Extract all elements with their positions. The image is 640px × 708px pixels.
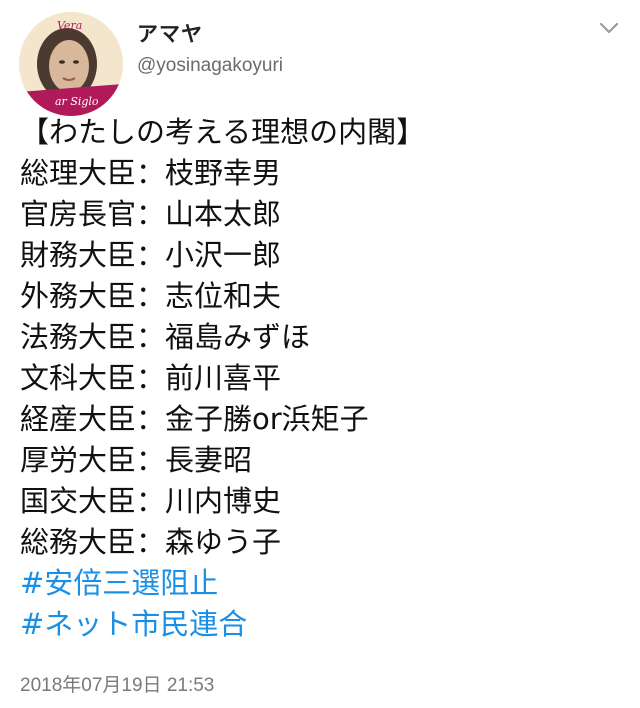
cabinet-line: 外務大臣：志位和夫: [20, 279, 282, 313]
cabinet-line: 財務大臣：小沢一郎: [20, 238, 282, 272]
hashtag-link[interactable]: #ネット市民連合: [20, 604, 425, 645]
cabinet-line: 官房長官：山本太郎: [20, 197, 282, 231]
user-handle[interactable]: @yosinagakoyuri: [137, 55, 283, 77]
cabinet-line: 総理大臣：枝野幸男: [20, 156, 282, 190]
tweet-timestamp[interactable]: 2018年07月19日 21:53: [20, 670, 214, 697]
cabinet-line: 厚労大臣：長妻昭: [20, 443, 253, 477]
chevron-down-icon[interactable]: [596, 18, 622, 38]
avatar[interactable]: Vera ar Siglo: [19, 12, 123, 116]
cabinet-line: 文科大臣：前川喜平: [20, 361, 282, 395]
tweet: Vera ar Siglo アマヤ @yosinagakoyuri 【わたしの考…: [0, 0, 640, 708]
cabinet-line: 国交大臣：川内博史: [20, 484, 282, 518]
tweet-body: 【わたしの考える理想の内閣】 総理大臣：枝野幸男 官房長官：山本太郎 財務大臣：…: [20, 112, 425, 645]
display-name[interactable]: アマヤ: [137, 18, 203, 48]
cabinet-line: 法務大臣：福島みずほ: [20, 320, 311, 354]
tweet-title: 【わたしの考える理想の内閣】: [20, 115, 426, 149]
avatar-text-bottom: ar Siglo: [55, 95, 99, 108]
cabinet-line: 経産大臣：金子勝or浜矩子: [20, 402, 369, 436]
cabinet-line: 総務大臣：森ゆう子: [20, 525, 282, 559]
avatar-image: Vera ar Siglo: [19, 12, 123, 116]
hashtag-link[interactable]: #安倍三選阻止: [20, 563, 425, 604]
avatar-text-top: Vera: [57, 19, 82, 32]
